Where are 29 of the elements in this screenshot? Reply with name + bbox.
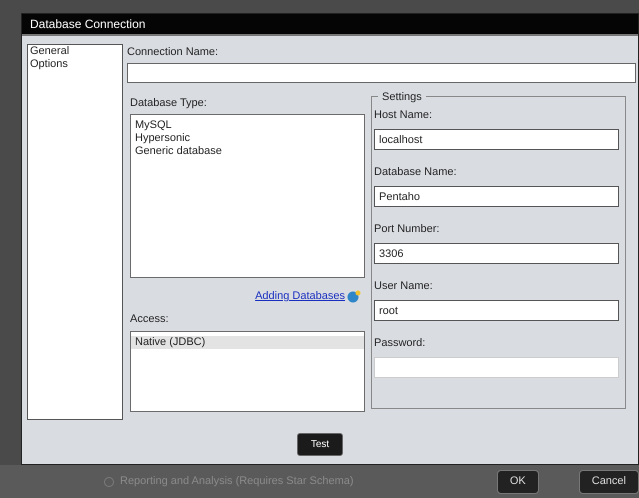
group-title: Settings — [381, 90, 423, 104]
field-label: Connection Name: — [127, 45, 220, 60]
list-box[interactable]: MySQL Hypersonic Generic database — [130, 114, 365, 278]
test-button[interactable]: Test — [297, 433, 343, 456]
field-label: Port Number: — [374, 222, 440, 237]
cancel-button[interactable]: Cancel — [578, 470, 639, 494]
help-icon — [347, 290, 361, 303]
list-item[interactable]: Native (JDBC) — [131, 336, 364, 349]
list-item[interactable]: Generic database — [131, 145, 364, 158]
field-label: Database Name: — [374, 165, 458, 180]
list-box[interactable]: Native (JDBC) — [130, 331, 365, 412]
field-label: Password: — [374, 336, 426, 351]
input-field[interactable] — [127, 62, 636, 82]
ok-button[interactable]: OK — [496, 470, 539, 494]
field-label: Host Name: — [374, 108, 434, 123]
list-item[interactable]: MySQL — [131, 119, 364, 132]
radio-button[interactable] — [104, 476, 114, 486]
field-label: Access: — [130, 312, 170, 326]
nav-item[interactable]: General — [28, 45, 122, 58]
nav-item[interactable]: Options — [28, 58, 122, 71]
input-field[interactable]: root — [374, 300, 619, 321]
window-title: Database Connection — [30, 16, 146, 33]
input-field[interactable]: localhost — [374, 129, 619, 150]
input-field[interactable]: Pentaho — [374, 186, 619, 207]
help-link[interactable]: Adding Databases — [255, 288, 345, 304]
input-field[interactable]: 3306 — [374, 243, 619, 264]
field-label: Database Type: — [130, 96, 208, 110]
list-item[interactable]: Hypersonic — [131, 132, 364, 145]
field-label: User Name: — [374, 279, 434, 294]
